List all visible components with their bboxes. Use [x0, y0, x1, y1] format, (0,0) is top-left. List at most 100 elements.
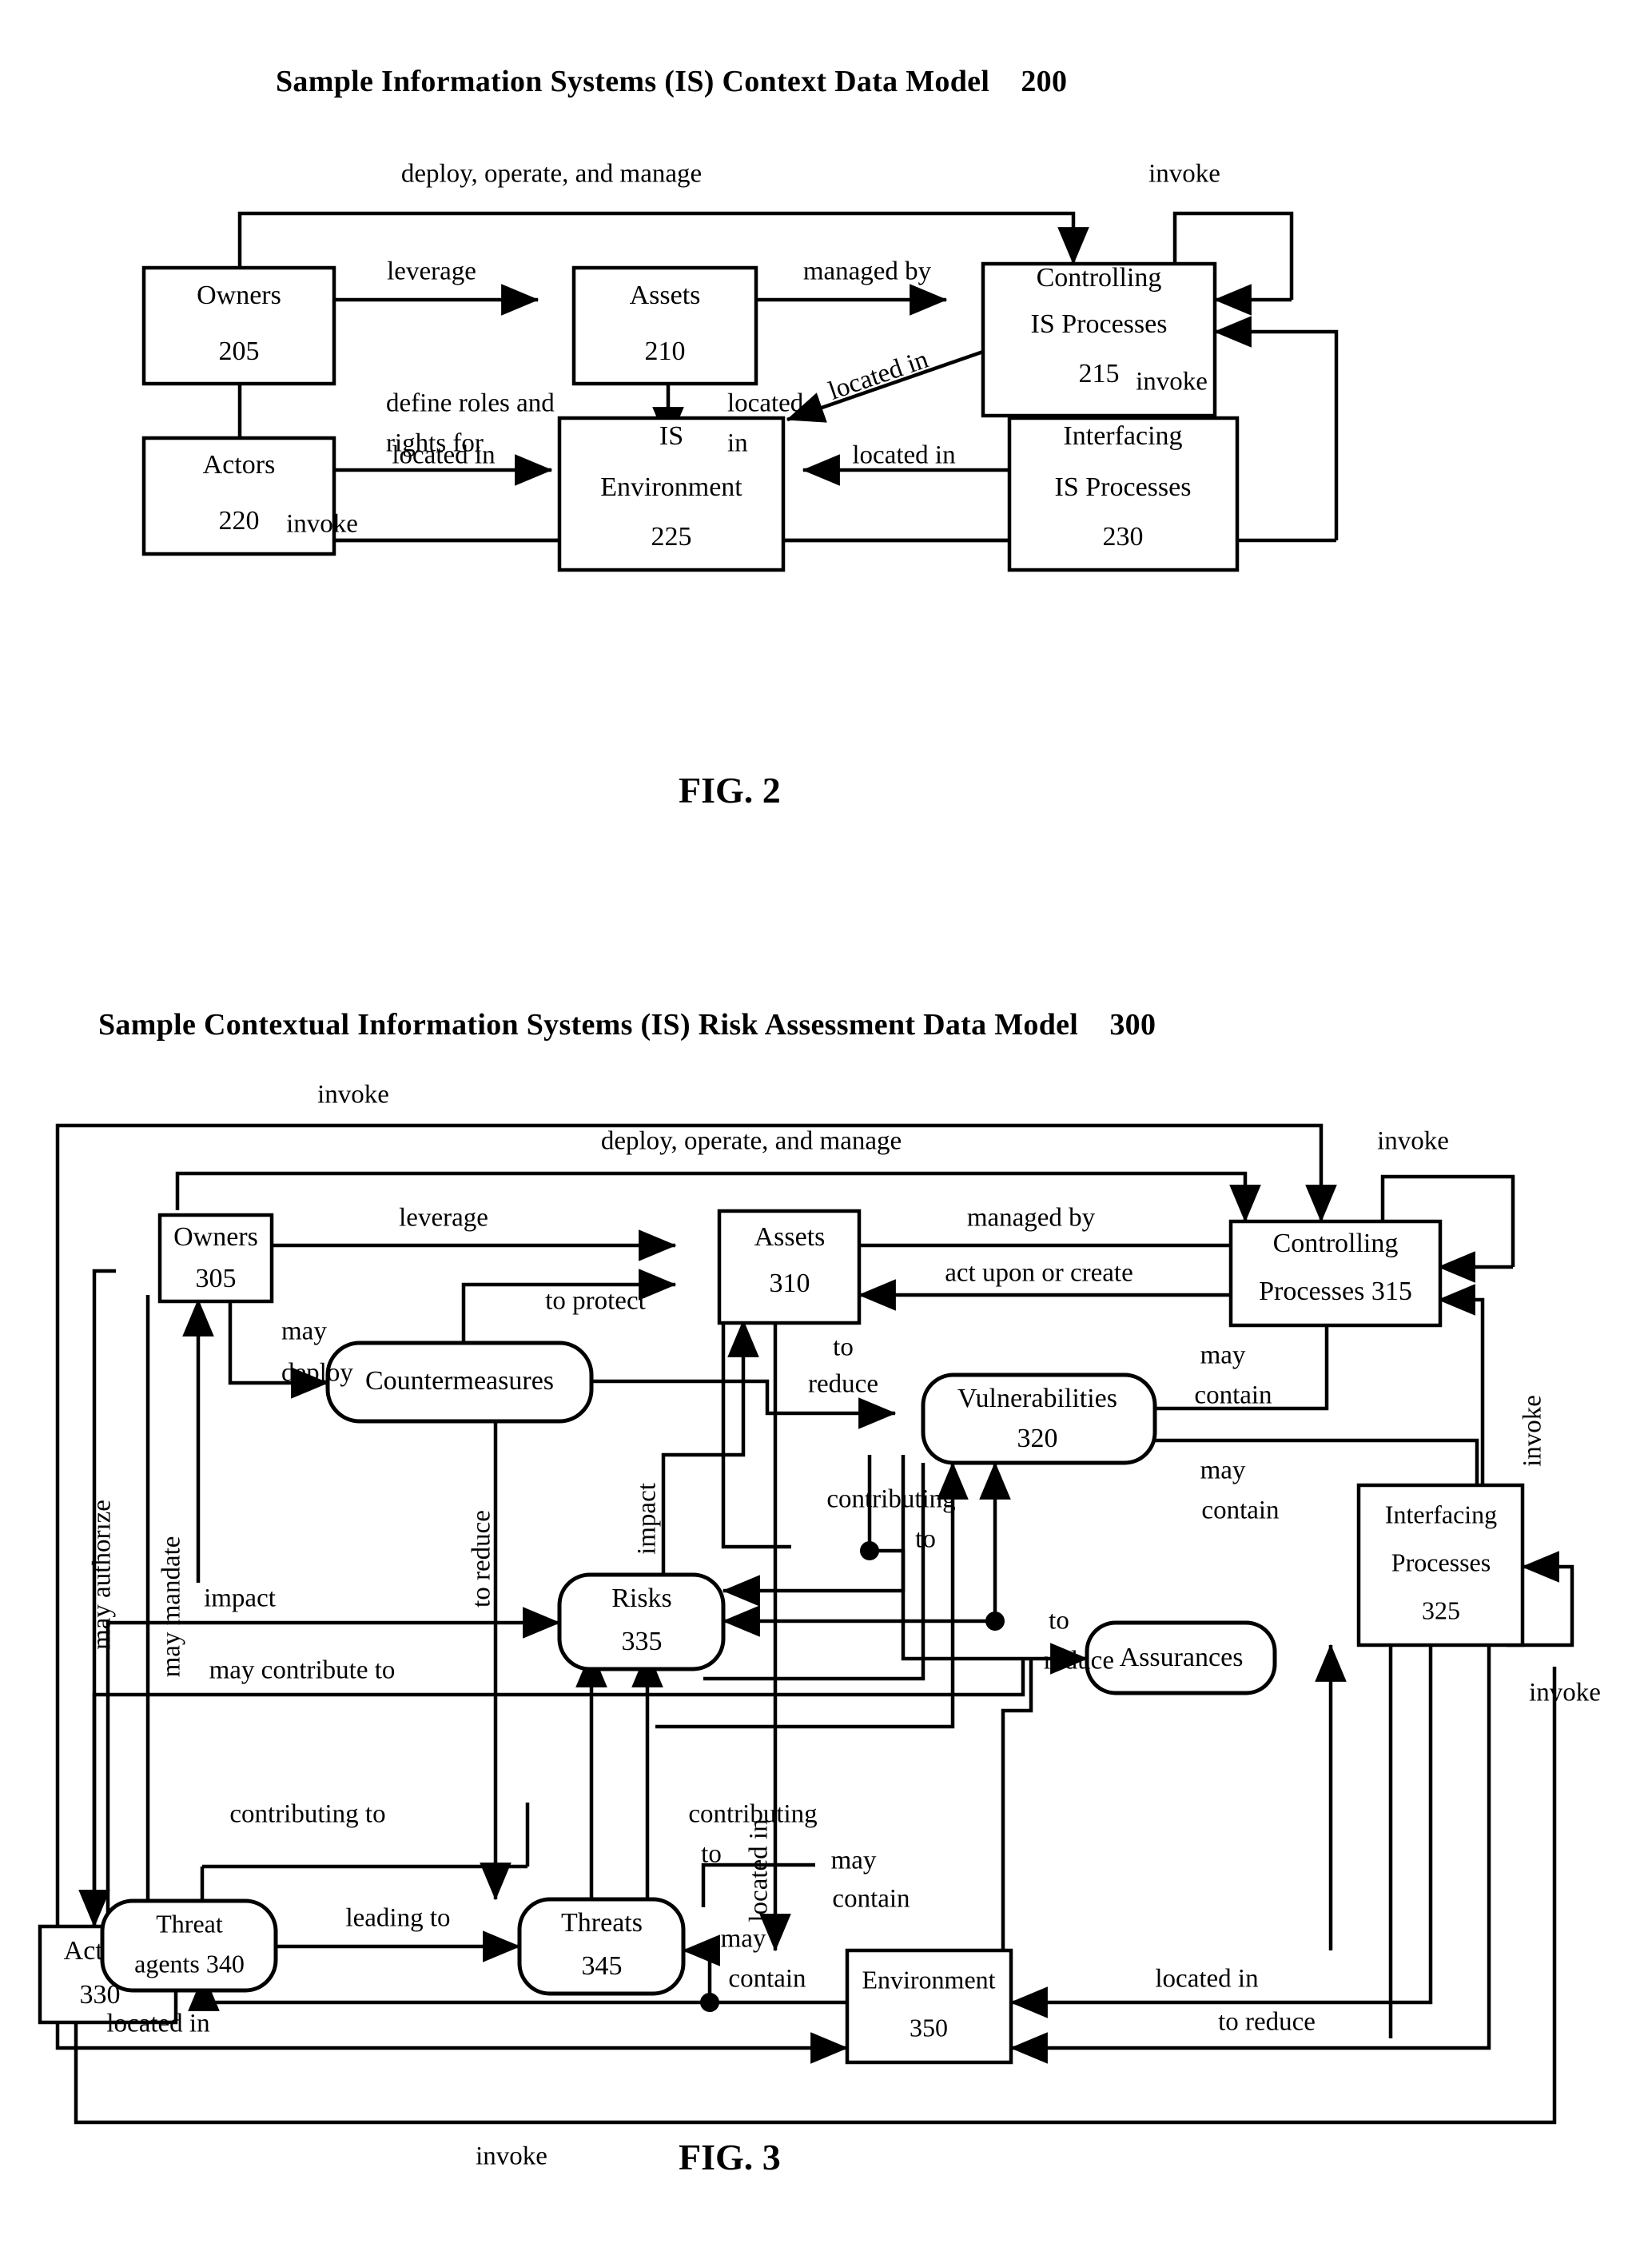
label-may-contain-3-l1: may [831, 1847, 877, 1875]
node-threat-agents-line1: Threat [156, 1909, 223, 1938]
node-environment-line2: Environment [600, 472, 742, 502]
label-invoke-bottom-3: invoke [476, 2142, 547, 2171]
label-may-authorize: may authorize [88, 1500, 117, 1650]
figure3-title: Sample Contextual Information Systems (I… [98, 1008, 1156, 1042]
node-interfacing-line1: Interfacing [1063, 421, 1182, 451]
label-may-contain-2-l1: may [1200, 1456, 1246, 1485]
node-vulnerabilities-line2: 320 [1017, 1424, 1058, 1453]
label-located-in-right: located in [1155, 1965, 1258, 1994]
edge-interfacing-located-in-env [1009, 1645, 1433, 2018]
junction-dot-vuln-reduce [860, 1541, 879, 1560]
label-located-in-vertical: located in [745, 1819, 774, 1922]
node-interfacing-325-line1: Interfacing [1385, 1500, 1497, 1528]
node-threats-line2: 345 [582, 1951, 623, 1981]
node-interfacing-325-line3: 325 [1422, 1596, 1460, 1624]
node-risks-line2: 335 [622, 1627, 663, 1656]
node-controlling-line1: Controlling [1037, 263, 1162, 293]
edge-env-may-contain-assur [1001, 1659, 1033, 1950]
label-deploy-operate-manage: deploy, operate, and manage [401, 160, 702, 189]
label-leading-to: leading to [345, 1904, 450, 1933]
label-impact-vertical: impact [633, 1483, 662, 1555]
label-located-in-actors: located in [392, 441, 495, 470]
label-to-reduce-vertical: to reduce [468, 1510, 496, 1608]
node-assets-210-line1: Assets [630, 281, 701, 310]
node-assets-310-line2: 310 [770, 1269, 810, 1298]
label-may-contain-1-l2: contain [1194, 1381, 1272, 1410]
node-owners-205-line1: Owners [197, 281, 281, 310]
label-deploy-l2: deploy [281, 1359, 353, 1388]
label-reduce-l2: reduce [808, 1370, 878, 1399]
label-contributing-to-left: contributing to [229, 1800, 385, 1829]
label-may-l1: may [281, 1317, 327, 1346]
node-owners-305-line1: Owners [173, 1222, 258, 1252]
label-invoke-top-right: invoke [1148, 160, 1220, 189]
edge-assets-to-risks-a [721, 1321, 791, 1549]
figure2-title: Sample Information Systems (IS) Context … [276, 65, 1068, 98]
edge-impact-assets [661, 1319, 759, 1591]
label-may-contain-4-l2: contain [728, 1965, 806, 1994]
node-controlling-315-line1: Controlling [1273, 1229, 1399, 1258]
edge-may-contribute-to-b [719, 1659, 1025, 1697]
label-deploy-operate-manage-3: deploy, operate, and manage [601, 1127, 902, 1156]
node-controlling-line2: IS Processes [1031, 309, 1168, 339]
label-contributing-l1: contributing [826, 1485, 955, 1514]
label-may-contain-3-l2: contain [832, 1885, 910, 1914]
label-leverage: leverage [387, 257, 476, 286]
node-actors-220-line1: Actors [203, 450, 276, 480]
node-owners-205-line2: 205 [219, 337, 260, 366]
label-invoke-right-bottom: invoke [1529, 1679, 1601, 1707]
label-located-in-interfacing: located in [852, 441, 955, 470]
label-to-reduce-2-l1: to [1049, 1607, 1069, 1635]
node-assets-310-line1: Assets [754, 1222, 826, 1252]
node-environment-350-line1: Environment [862, 1965, 995, 1994]
node-countermeasures-label: Countermeasures [365, 1366, 554, 1396]
figure3-caption: FIG. 3 [679, 2137, 781, 2177]
label-may-mandate: may mandate [157, 1536, 186, 1678]
figure2-caption: FIG. 2 [679, 770, 781, 811]
label-managed-by: managed by [803, 257, 932, 286]
edge-vuln-contributing-to-risks [722, 1455, 906, 1607]
label-invoke-top-right-3: invoke [1377, 1127, 1449, 1156]
label-invoke-right-vertical: invoke [1519, 1395, 1547, 1467]
label-invoke-mid: invoke [1136, 368, 1208, 396]
node-environment-line3: 225 [651, 522, 692, 552]
label-contributing-right-l2: to [701, 1840, 722, 1869]
label-may-contain-4-l1: may [721, 1925, 766, 1954]
label-to-protect: to protect [545, 1287, 646, 1316]
label-located-in-bottom-left: located in [106, 2010, 209, 2038]
label-may-contain-1-l1: may [1200, 1341, 1246, 1370]
label-act-upon-or-create: act upon or create [945, 1259, 1133, 1288]
node-assurances-label: Assurances [1120, 1643, 1244, 1672]
label-to-reduce-bottom: to reduce [1218, 2008, 1316, 2037]
label-located-l2: in [727, 429, 748, 458]
label-define-roles-l1: define roles and [386, 389, 555, 418]
label-located-in-diagonal: located in [825, 345, 932, 406]
label-leverage-3: leverage [399, 1204, 488, 1233]
figure2-diagram: Owners 205 Assets 210 Controlling IS Pro… [141, 160, 1339, 572]
label-managed-by-3: managed by [967, 1204, 1096, 1233]
node-controlling-line3: 215 [1079, 359, 1120, 388]
label-located-l1: located [727, 389, 804, 418]
node-threat-agents-line2: agents 340 [134, 1949, 245, 1978]
figure3-diagram: Owners 305 Assets 310 Controlling Proces… [38, 1081, 1601, 2171]
label-to-l1: to [833, 1333, 854, 1362]
node-controlling-315-line2: Processes 315 [1259, 1277, 1412, 1306]
label-invoke-top-3: invoke [317, 1081, 389, 1110]
label-contributing-l2: to [915, 1525, 936, 1554]
node-threats-line1: Threats [561, 1908, 643, 1938]
patent-figure-page: Sample Information Systems (IS) Context … [0, 0, 1652, 2251]
edge-invoke-bottom-a [74, 1667, 1557, 2125]
label-to-reduce-2-l2: reduce [1044, 1647, 1114, 1675]
label-may-contribute-to: may contribute to [209, 1656, 396, 1685]
node-risks-line1: Risks [611, 1584, 672, 1613]
node-interfacing-line3: 230 [1103, 522, 1144, 552]
node-owners-305-line2: 305 [196, 1264, 237, 1293]
node-interfacing-line2: IS Processes [1055, 472, 1192, 502]
node-vulnerabilities-line1: Vulnerabilities [957, 1384, 1117, 1413]
label-invoke-bottom: invoke [286, 510, 358, 539]
node-actors-220-line2: 220 [219, 506, 260, 536]
label-impact-horizontal: impact [204, 1584, 276, 1613]
node-environment-350-line2: 350 [910, 2013, 948, 2042]
node-environment-line1: IS [659, 421, 683, 451]
label-may-contain-2-l2: contain [1201, 1496, 1279, 1525]
